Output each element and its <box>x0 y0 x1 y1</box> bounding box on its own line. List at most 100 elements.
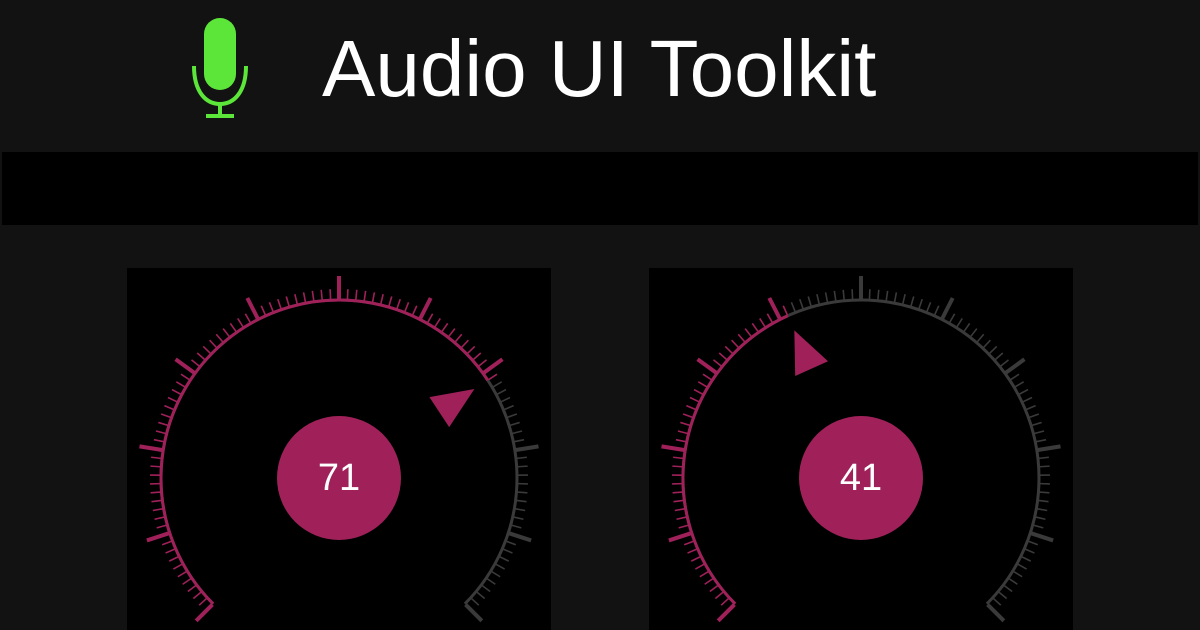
knob-minor-tick <box>744 328 752 338</box>
knob-minor-tick <box>686 404 696 411</box>
knob-minor-tick <box>448 328 456 338</box>
knob-minor-tick <box>151 499 162 503</box>
knob-minor-tick <box>182 577 192 585</box>
knob-minor-tick <box>509 421 520 427</box>
header: Audio UI Toolkit <box>0 0 1200 150</box>
knob-minor-tick <box>926 301 932 312</box>
knob-minor-tick <box>495 563 506 570</box>
knob-minor-tick <box>168 556 179 562</box>
knob-minor-tick <box>1036 438 1047 443</box>
knob-minor-tick <box>507 413 518 419</box>
knob-minor-tick <box>998 591 1008 600</box>
knob-minor-tick <box>1014 381 1025 388</box>
knob-minor-tick <box>694 563 705 570</box>
knob-pointer <box>794 330 829 377</box>
knob-minor-tick <box>499 556 510 562</box>
knob-minor-tick <box>824 292 829 303</box>
knob-minor-tick <box>190 359 200 367</box>
knob-major-tick <box>418 297 433 320</box>
knob-minor-tick <box>237 317 244 328</box>
knob-minor-tick <box>799 298 804 309</box>
knob-minor-tick <box>893 292 898 303</box>
toolbar-strip <box>2 152 1198 225</box>
knob-minor-tick <box>1013 570 1023 578</box>
knob-minor-tick <box>355 289 358 300</box>
knob-minor-tick <box>196 352 206 361</box>
knob-minor-tick <box>702 373 712 381</box>
knob-major-tick <box>696 357 718 375</box>
knob-minor-tick <box>502 548 513 554</box>
knob-minor-tick <box>476 591 486 600</box>
knob-major-tick <box>940 297 955 320</box>
knob-major-tick <box>146 531 170 543</box>
knob-major-tick <box>139 444 163 452</box>
knob-minor-tick <box>388 296 393 307</box>
knob-left[interactable] <box>127 268 551 630</box>
knob-major-tick <box>668 531 692 543</box>
knob-minor-tick <box>674 507 685 512</box>
knob-minor-tick <box>215 333 224 343</box>
knob-minor-tick <box>175 381 186 388</box>
knob-major-tick <box>482 357 504 375</box>
knob-major-tick <box>661 444 685 452</box>
knob-minor-tick <box>678 524 689 529</box>
knob-major-tick <box>767 297 782 320</box>
knob-minor-tick <box>151 456 162 460</box>
knob-minor-tick <box>712 359 722 367</box>
knob-minor-tick <box>1022 396 1033 403</box>
knob-major-tick <box>1004 357 1026 375</box>
knob-minor-tick <box>426 313 434 323</box>
knob-minor-tick <box>486 577 496 585</box>
knob-minor-tick <box>1033 524 1044 529</box>
knob-minor-tick <box>516 456 527 460</box>
knob-minor-tick <box>171 388 182 395</box>
knob-major-tick <box>1030 531 1054 543</box>
knob-minor-tick <box>1038 499 1049 503</box>
knob-center[interactable] <box>277 416 401 540</box>
knob-center[interactable] <box>799 416 923 540</box>
knob-minor-tick <box>177 570 187 578</box>
knob-minor-tick <box>152 507 163 512</box>
knob-minor-tick <box>158 421 169 427</box>
knob-minor-tick <box>1026 404 1036 411</box>
knob-minor-tick <box>918 298 923 309</box>
knob-right[interactable] <box>649 268 1073 630</box>
knob-minor-tick <box>160 413 171 419</box>
knob-minor-tick <box>154 516 165 521</box>
page: Audio UI Toolkit 71 41 <box>0 0 1200 630</box>
knob-minor-tick <box>202 345 212 355</box>
knob-minor-tick <box>1010 373 1020 381</box>
knob-minor-tick <box>680 421 691 427</box>
knob-minor-tick <box>491 570 501 578</box>
knob-minor-tick <box>209 339 218 349</box>
knob-minor-tick <box>260 305 267 316</box>
knob-major-tick <box>194 603 214 623</box>
knob-minor-tick <box>1008 577 1018 585</box>
knob-minor-tick <box>714 591 724 600</box>
knob-minor-tick <box>165 548 176 554</box>
knob-major-tick <box>986 603 1006 623</box>
knob-minor-tick <box>404 301 410 312</box>
knob-minor-tick <box>737 333 746 343</box>
knob-minor-tick <box>1024 548 1035 554</box>
knob-major-tick <box>508 531 532 543</box>
knob-minor-tick <box>963 322 971 333</box>
knob-major-tick <box>716 603 736 623</box>
knob-minor-tick <box>517 465 528 468</box>
knob-minor-tick <box>992 597 1002 606</box>
knob-minor-tick <box>1031 421 1042 427</box>
knob-minor-tick <box>687 548 698 554</box>
knob-minor-tick <box>513 516 524 521</box>
knob-minor-tick <box>161 540 172 546</box>
knob-minor-tick <box>504 404 514 411</box>
knob-minor-tick <box>441 322 449 333</box>
knob-minor-tick <box>1038 456 1049 460</box>
knob-minor-tick <box>454 333 463 343</box>
knob-minor-tick <box>167 396 178 403</box>
knob-major-tick <box>245 297 260 320</box>
knob-minor-tick <box>153 438 164 443</box>
knob-minor-tick <box>672 465 683 468</box>
knob-minor-tick <box>511 524 522 529</box>
knob-minor-tick <box>380 294 384 305</box>
knob-minor-tick <box>976 333 985 343</box>
